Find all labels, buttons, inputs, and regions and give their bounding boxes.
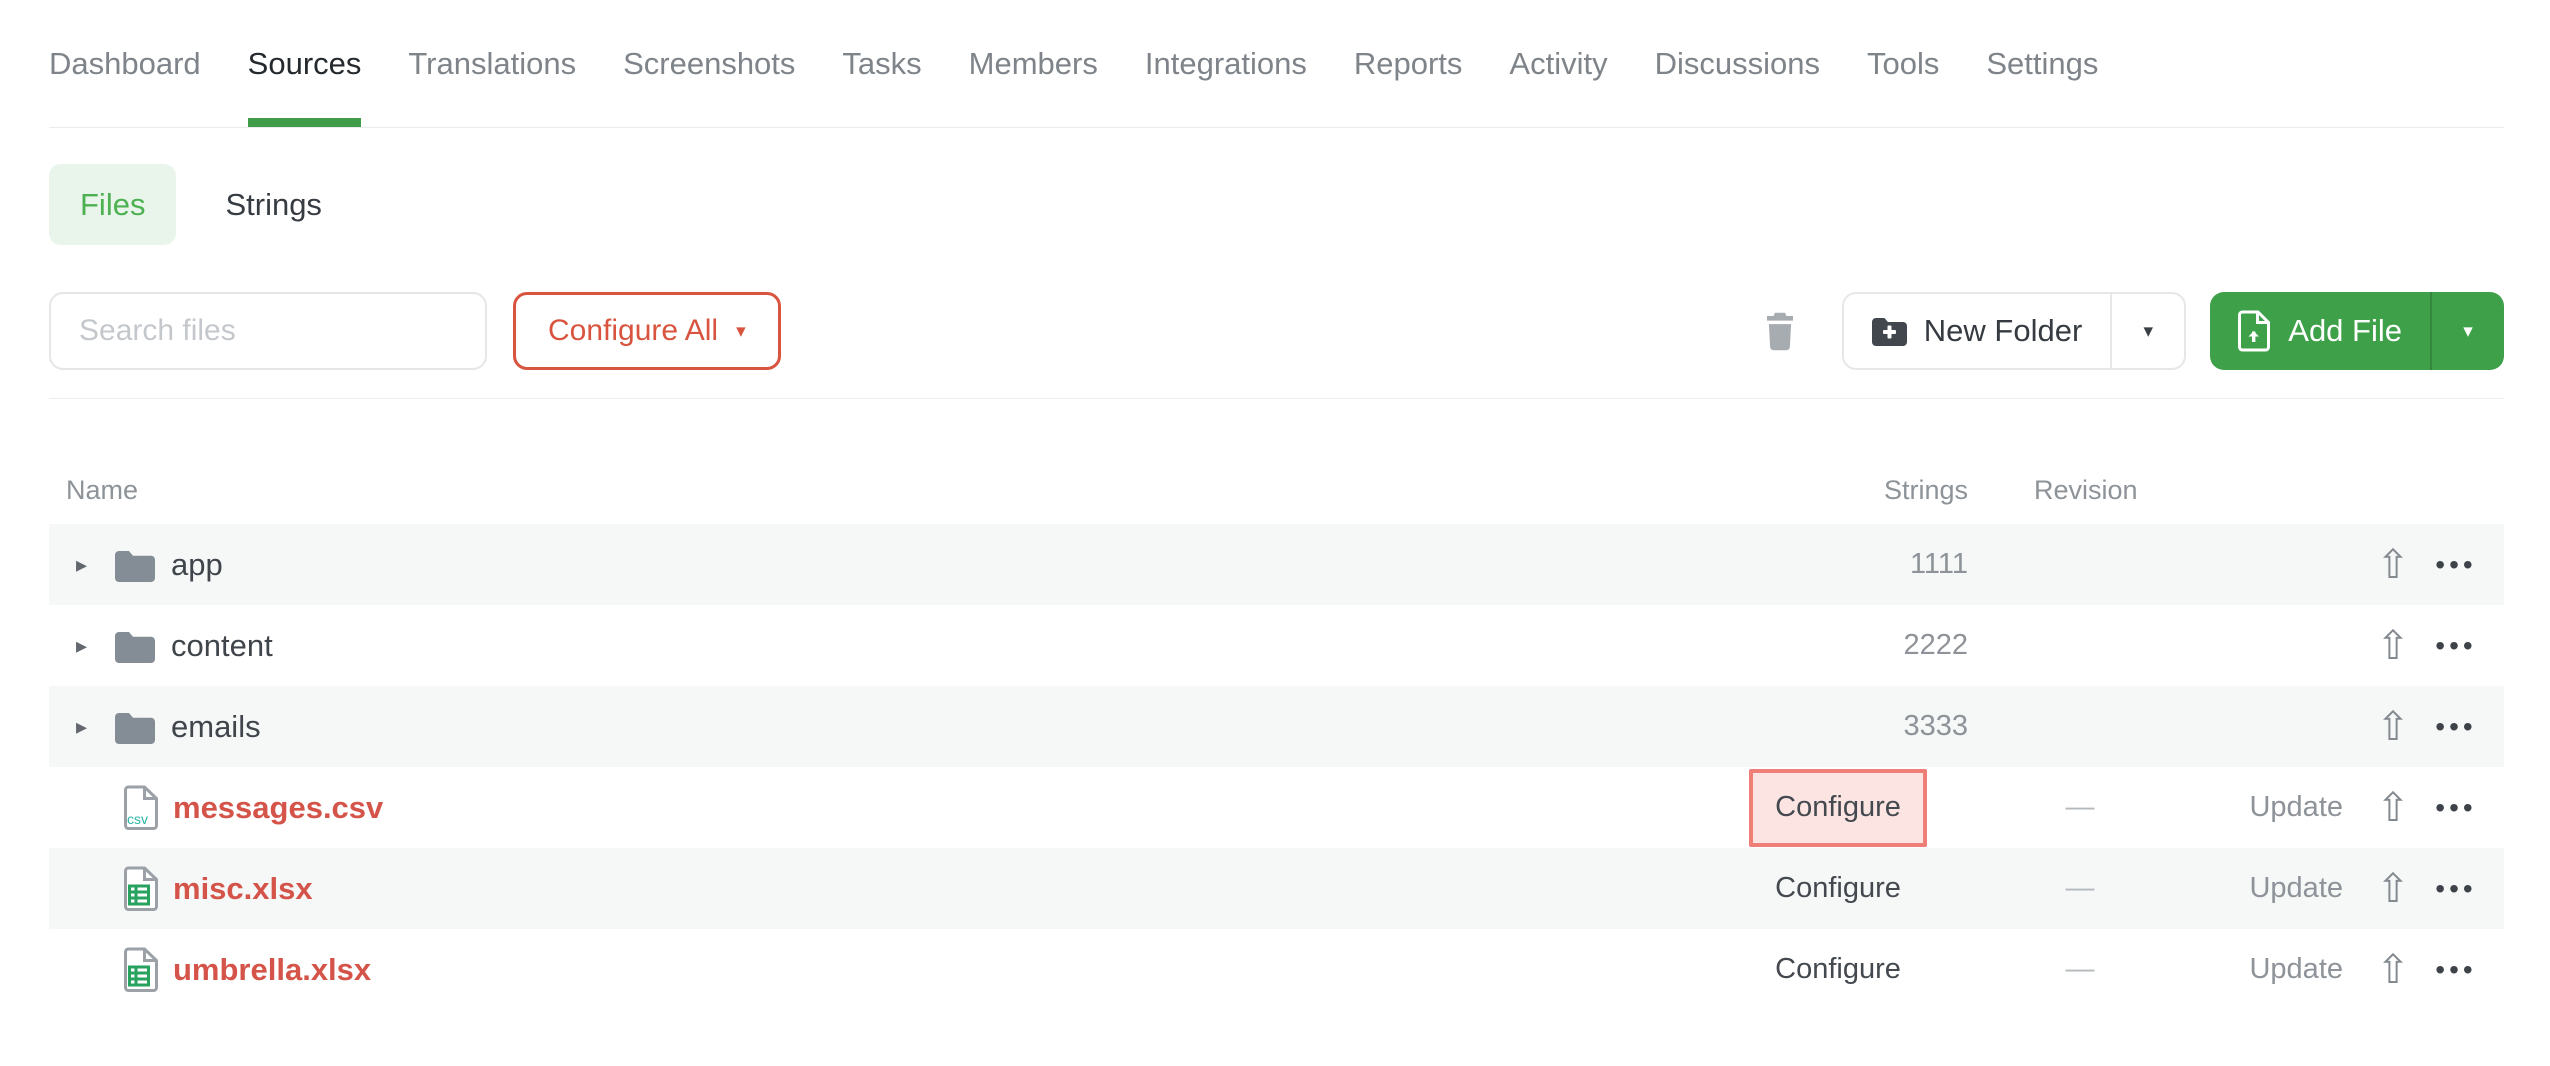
sources-page: Dashboard Sources Translations Screensho… <box>0 0 2550 1010</box>
update-link[interactable]: Update <box>2249 953 2343 985</box>
folder-name-link[interactable]: app <box>171 547 223 583</box>
new-folder-button[interactable]: New Folder <box>1844 294 2111 368</box>
upload-icon[interactable]: ⇧ <box>2376 867 2410 911</box>
upload-icon[interactable]: ⇧ <box>2376 948 2410 992</box>
configure-link[interactable]: Configure <box>1775 872 1901 905</box>
table-row-file-umbrella-xlsx: umbrella.xlsx Configure — Update ⇧ ••• <box>49 929 2504 1010</box>
folder-icon <box>115 548 155 582</box>
tab-settings[interactable]: Settings <box>1986 44 2098 127</box>
upload-icon[interactable]: ⇧ <box>2376 543 2410 587</box>
csv-file-icon: csv <box>123 785 159 831</box>
xlsx-file-icon <box>123 947 159 993</box>
file-upload-icon <box>2238 310 2271 352</box>
configure-link[interactable]: Configure <box>1775 791 1901 824</box>
search-input[interactable] <box>49 292 487 370</box>
revision-empty: — <box>2010 953 2150 986</box>
add-file-split-button: Add File ▾ <box>2210 292 2504 370</box>
more-actions-icon[interactable]: ••• <box>2435 711 2476 742</box>
table-row-folder-content: ▸ content 2222 ⇧ ••• <box>49 605 2504 686</box>
configure-all-button[interactable]: Configure All ▾ <box>513 292 781 370</box>
folder-icon <box>115 710 155 744</box>
strings-count: 2222 <box>1903 629 1968 662</box>
configure-link[interactable]: Configure <box>1775 953 1901 986</box>
strings-count: 1111 <box>1910 548 1968 581</box>
svg-text:csv: csv <box>127 811 148 827</box>
delete-button[interactable] <box>1762 310 1798 352</box>
add-file-dropdown[interactable]: ▾ <box>2430 292 2504 370</box>
tab-members[interactable]: Members <box>969 44 1098 127</box>
folder-name-link[interactable]: content <box>171 628 273 664</box>
strings-count: 3333 <box>1903 710 1968 743</box>
revision-empty: — <box>2010 791 2150 824</box>
tab-integrations[interactable]: Integrations <box>1145 44 1307 127</box>
tab-sources[interactable]: Sources <box>248 44 362 127</box>
folder-plus-icon <box>1872 316 1907 346</box>
more-actions-icon[interactable]: ••• <box>2435 873 2476 904</box>
more-actions-icon[interactable]: ••• <box>2435 792 2476 823</box>
column-header-revision: Revision <box>2010 475 2150 506</box>
table-row-folder-emails: ▸ emails 3333 ⇧ ••• <box>49 686 2504 767</box>
revision-empty: — <box>2010 872 2150 905</box>
chevron-down-icon: ▾ <box>736 320 746 343</box>
upload-icon[interactable]: ⇧ <box>2376 786 2410 830</box>
chevron-down-icon: ▾ <box>2463 320 2473 343</box>
expand-caret-icon[interactable]: ▸ <box>66 714 115 740</box>
new-folder-split-button: New Folder ▾ <box>1842 292 2187 370</box>
folder-icon <box>115 629 155 663</box>
tab-tools[interactable]: Tools <box>1867 44 1939 127</box>
folder-name-link[interactable]: emails <box>171 709 261 745</box>
new-folder-dropdown[interactable]: ▾ <box>2110 294 2184 368</box>
xlsx-file-icon <box>123 866 159 912</box>
file-name-link[interactable]: umbrella.xlsx <box>173 952 371 988</box>
tab-activity[interactable]: Activity <box>1509 44 1607 127</box>
files-toolbar: Configure All ▾ New Folder ▾ <box>49 292 2504 370</box>
more-actions-icon[interactable]: ••• <box>2435 630 2476 661</box>
table-row-file-misc-xlsx: misc.xlsx Configure — Update ⇧ ••• <box>49 848 2504 929</box>
chevron-down-icon: ▾ <box>2143 320 2153 343</box>
toggle-strings[interactable]: Strings <box>225 187 321 223</box>
expand-caret-icon[interactable]: ▸ <box>66 552 115 578</box>
expand-caret-icon[interactable]: ▸ <box>66 633 115 659</box>
add-file-button[interactable]: Add File <box>2210 292 2430 370</box>
more-actions-icon[interactable]: ••• <box>2435 549 2476 580</box>
tab-reports[interactable]: Reports <box>1354 44 1463 127</box>
toggle-files[interactable]: Files <box>49 164 176 245</box>
configure-button-highlight: Configure <box>1749 769 1927 847</box>
upload-icon[interactable]: ⇧ <box>2376 705 2410 749</box>
update-link[interactable]: Update <box>2249 791 2343 823</box>
table-row-file-messages-csv: csv messages.csv Configure — Update ⇧ ••… <box>49 767 2504 848</box>
tab-discussions[interactable]: Discussions <box>1655 44 1820 127</box>
project-nav: Dashboard Sources Translations Screensho… <box>49 0 2504 128</box>
tab-translations[interactable]: Translations <box>408 44 576 127</box>
column-header-strings: Strings <box>1708 475 1968 506</box>
file-name-link[interactable]: misc.xlsx <box>173 871 313 907</box>
tab-dashboard[interactable]: Dashboard <box>49 44 201 127</box>
more-actions-icon[interactable]: ••• <box>2435 954 2476 985</box>
table-row-folder-app: ▸ app 1111 ⇧ ••• <box>49 524 2504 605</box>
trash-icon <box>1762 310 1798 352</box>
tab-screenshots[interactable]: Screenshots <box>623 44 795 127</box>
upload-icon[interactable]: ⇧ <box>2376 624 2410 668</box>
view-toggle: Files Strings <box>49 164 2504 245</box>
column-header-name: Name <box>49 475 1708 506</box>
files-table: Name Strings Revision ▸ app 1111 ⇧ ••• <box>49 399 2504 1010</box>
update-link[interactable]: Update <box>2249 872 2343 904</box>
file-name-link[interactable]: messages.csv <box>173 790 383 826</box>
table-header: Name Strings Revision <box>49 399 2504 524</box>
active-tab-underline <box>248 118 362 127</box>
tab-tasks[interactable]: Tasks <box>842 44 921 127</box>
